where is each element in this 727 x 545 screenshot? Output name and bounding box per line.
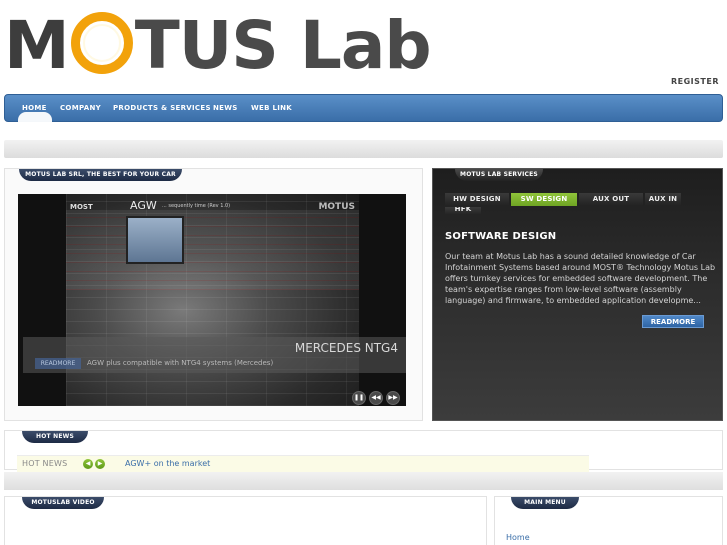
page: M TUS Lab REGISTER HOME COMPANY PRODUCTS … bbox=[0, 0, 727, 545]
slideshow-controls: ❚❚ ◀◀ ▶▶ bbox=[349, 384, 400, 405]
main-menu-panel: MAIN MENU Home bbox=[494, 496, 723, 545]
divider-strip-2 bbox=[4, 472, 723, 490]
hot-news-label: HOT NEWS bbox=[22, 431, 88, 443]
news-next-icon[interactable]: ▶ bbox=[95, 459, 105, 469]
slideshow-label: MOTUS LAB SRL, THE BEST FOR YOUR CAR bbox=[19, 169, 182, 181]
car-display-image bbox=[126, 216, 184, 264]
video-header-logo: MOTUS bbox=[318, 202, 355, 212]
services-panel: MOTUS LAB SERVICES HW DESIGN SW DESIGN A… bbox=[432, 168, 723, 421]
hot-news-panel: HOT NEWS HOT NEWS ◀ ▶ AGW+ on the market bbox=[4, 430, 723, 473]
service-readmore-button[interactable]: READMORE bbox=[642, 315, 704, 328]
slide-readmore-button[interactable]: READMORE bbox=[35, 358, 81, 369]
news-ticker: HOT NEWS ◀ ▶ AGW+ on the market bbox=[17, 455, 589, 473]
tab-aux-in[interactable]: AUX IN bbox=[645, 193, 681, 206]
pause-icon[interactable]: ❚❚ bbox=[352, 391, 366, 405]
service-description: Our team at Motus Lab has a sound detail… bbox=[445, 252, 716, 305]
main-menu-label: MAIN MENU bbox=[511, 497, 579, 509]
logo-letter-m: M bbox=[4, 7, 70, 84]
slide-title: MERCEDES NTG4 bbox=[294, 341, 398, 355]
video-slideshow[interactable]: MOST AGW ... sequently time (Rev 1.0) MO… bbox=[18, 194, 406, 406]
nav-web-link[interactable]: WEB LINK bbox=[251, 95, 292, 122]
logo[interactable]: M TUS Lab bbox=[4, 10, 432, 82]
news-headline-link[interactable]: AGW+ on the market bbox=[125, 459, 210, 468]
main-navbar: HOME COMPANY PRODUCTS & SERVICES NEWS WE… bbox=[4, 94, 723, 122]
tab-aux-out[interactable]: AUX OUT bbox=[579, 193, 643, 206]
menu-item-home[interactable]: Home bbox=[506, 533, 530, 542]
previous-icon[interactable]: ◀◀ bbox=[369, 391, 383, 405]
video-header: MOST AGW ... sequently time (Rev 1.0) MO… bbox=[66, 199, 359, 214]
nav-products-services[interactable]: PRODUCTS & SERVICES bbox=[113, 95, 211, 122]
nav-home[interactable]: HOME bbox=[22, 95, 47, 122]
tab-hfk[interactable]: HFK bbox=[445, 207, 481, 215]
tab-hw-design[interactable]: HW DESIGN bbox=[445, 193, 509, 206]
slide-caption: MERCEDES NTG4 READMORE AGW plus compatib… bbox=[23, 337, 406, 373]
slideshow-panel: MOTUS LAB SRL, THE BEST FOR YOUR CAR MOS… bbox=[4, 168, 423, 421]
news-prev-icon[interactable]: ◀ bbox=[83, 459, 93, 469]
video-header-brand: MOST bbox=[70, 203, 93, 211]
video-panel: MOTUSLAB VIDEO bbox=[4, 496, 487, 545]
logo-ring-icon bbox=[70, 12, 133, 74]
services-label: MOTUS LAB SERVICES bbox=[455, 169, 543, 181]
news-ticker-label: HOT NEWS bbox=[22, 459, 68, 468]
register-link[interactable]: REGISTER bbox=[671, 77, 719, 86]
video-header-note: ... sequently time (Rev 1.0) bbox=[162, 203, 231, 209]
video-panel-label: MOTUSLAB VIDEO bbox=[22, 497, 104, 509]
slide-description: AGW plus compatible with NTG4 systems (M… bbox=[87, 359, 274, 367]
next-icon[interactable]: ▶▶ bbox=[386, 391, 400, 405]
logo-text: M TUS Lab bbox=[4, 7, 432, 84]
logo-rest: TUS Lab bbox=[134, 7, 432, 84]
nav-news[interactable]: NEWS bbox=[213, 95, 238, 122]
nav-company[interactable]: COMPANY bbox=[60, 95, 101, 122]
video-overlay-table bbox=[66, 210, 359, 290]
service-title: SOFTWARE DESIGN bbox=[445, 231, 557, 242]
divider-strip bbox=[4, 140, 723, 158]
video-header-agw: AGW bbox=[130, 199, 157, 212]
tab-sw-design[interactable]: SW DESIGN bbox=[511, 193, 577, 206]
